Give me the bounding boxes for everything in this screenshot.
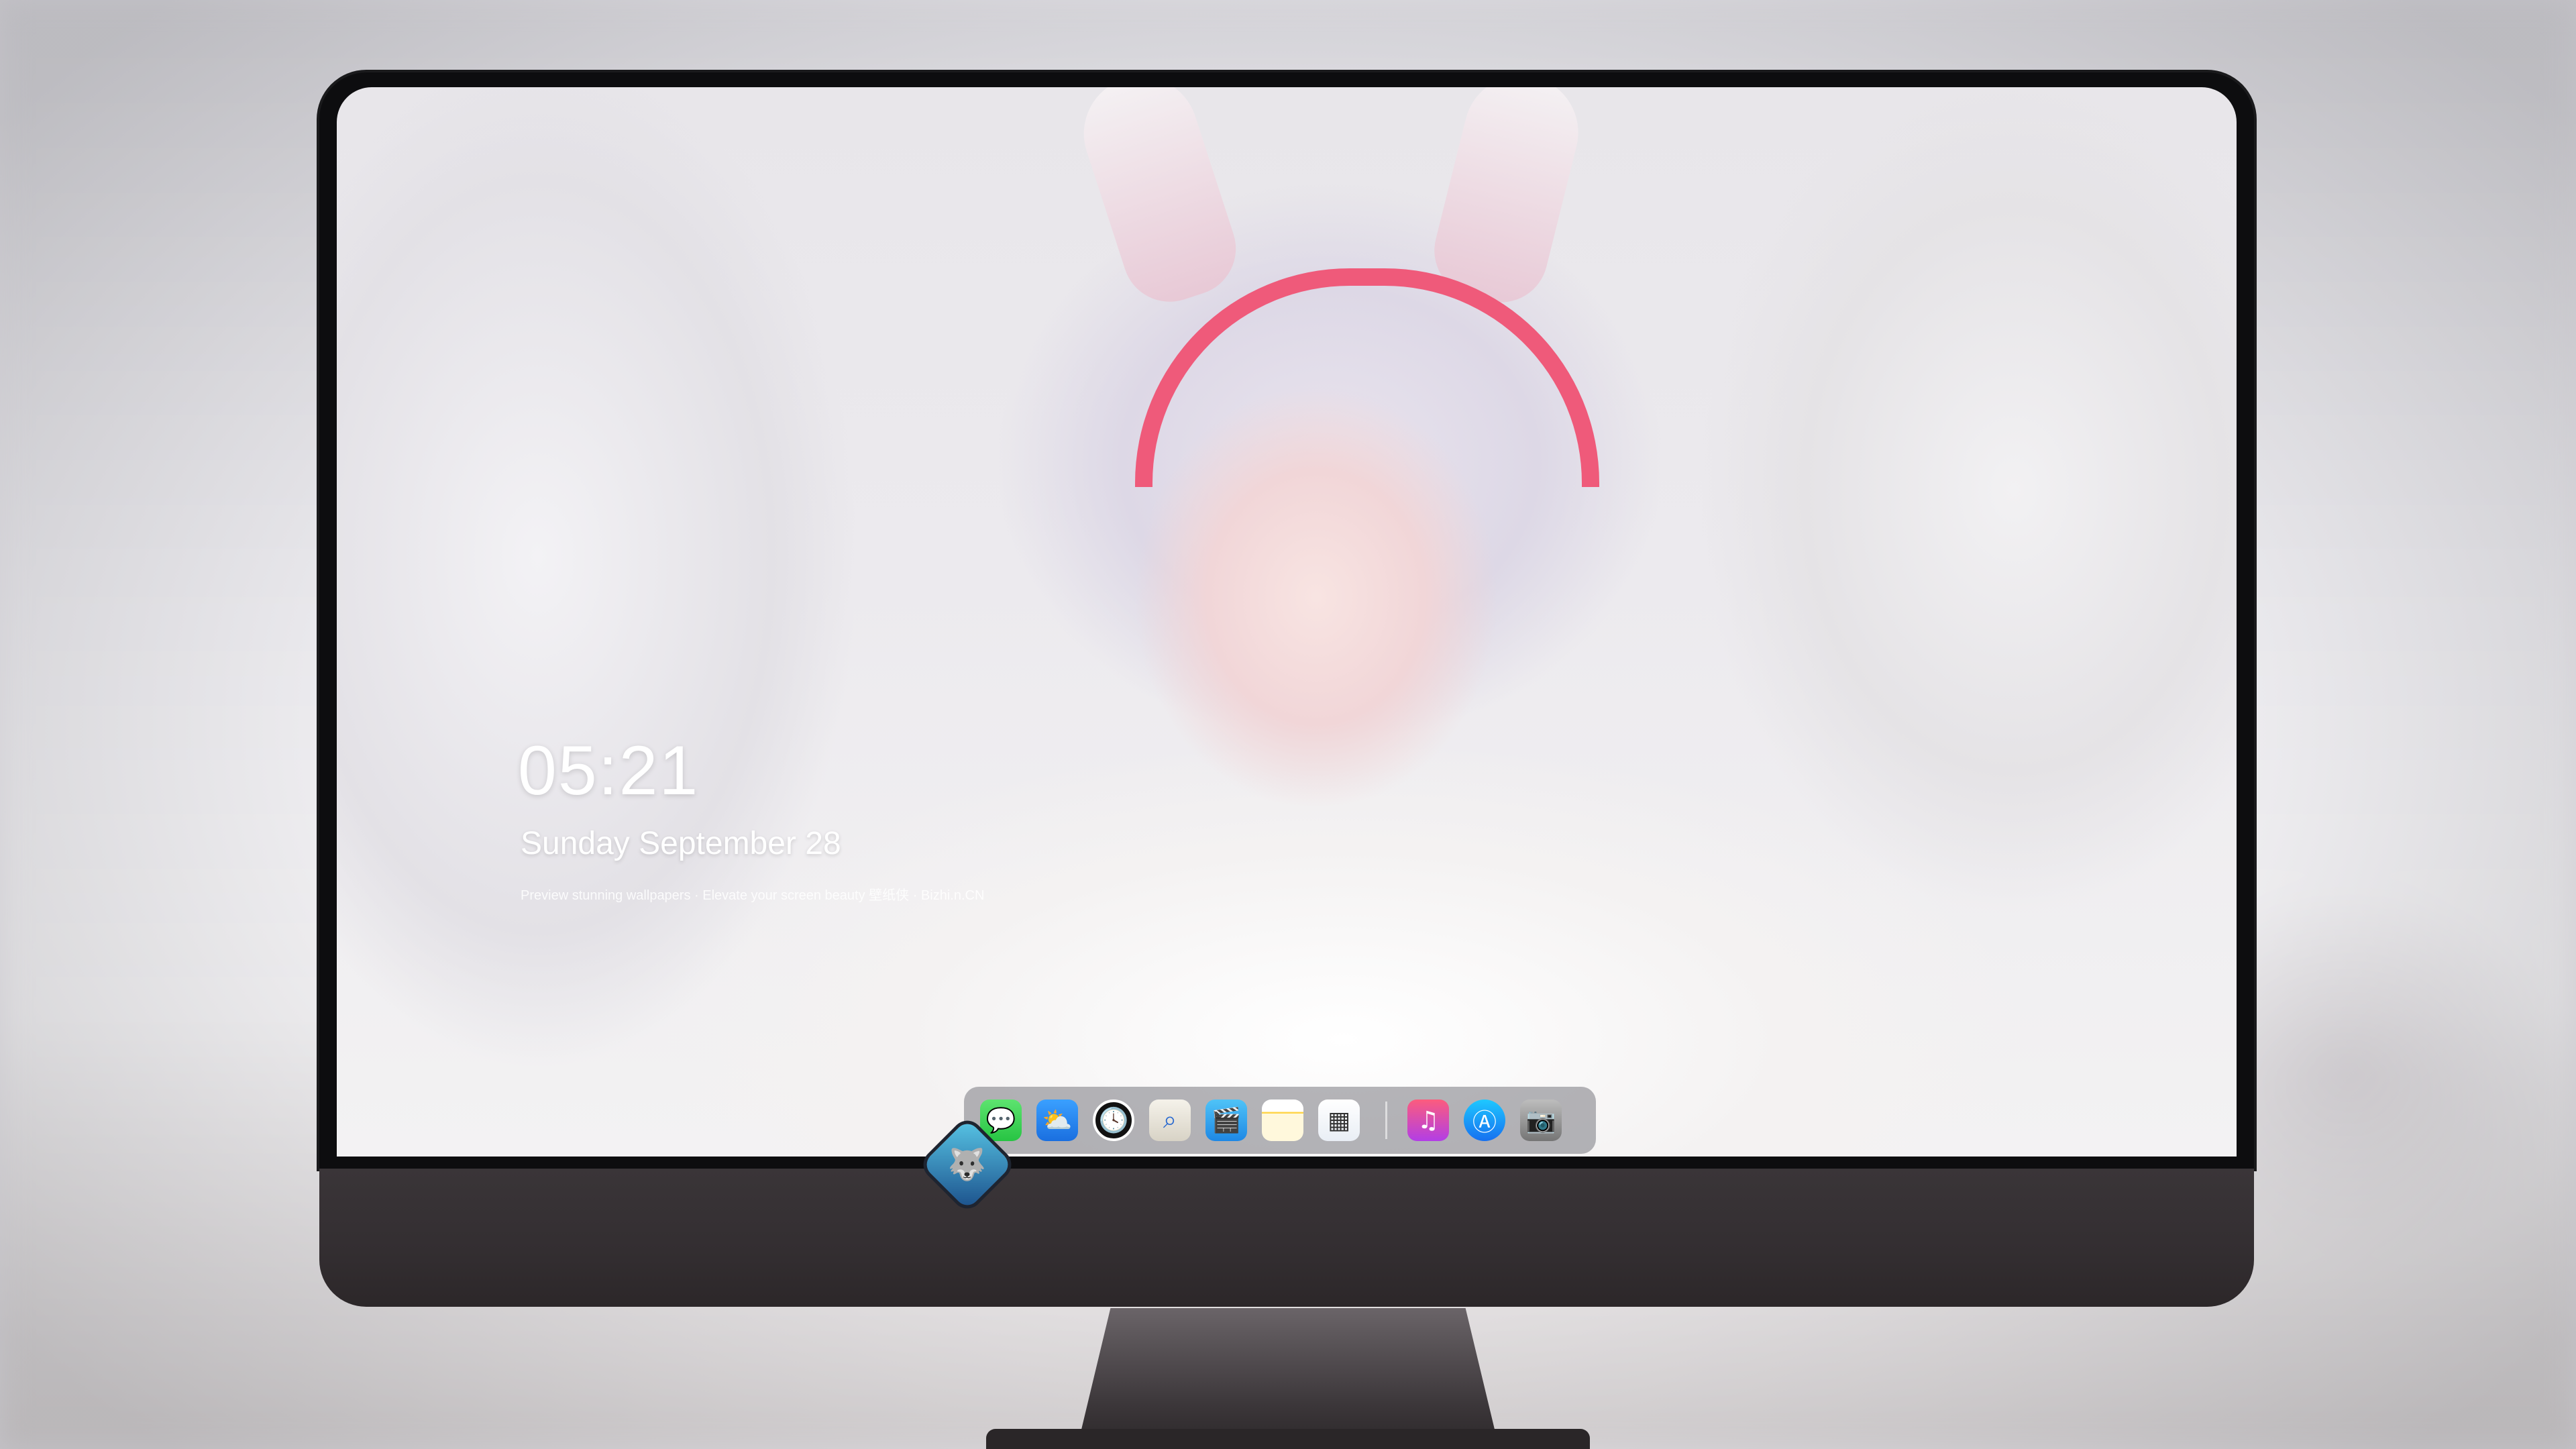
- wolf-mascot-icon: 🐺: [948, 1146, 987, 1183]
- clock-icon[interactable]: 🕓: [1093, 1099, 1134, 1141]
- monitor-stand: [1077, 1308, 1499, 1449]
- preview-icon[interactable]: ⌕: [1149, 1099, 1191, 1141]
- dock: 💬 ⛅ 🕓 ⌕ 🎬 ▦ ♫ Ⓐ 📷: [964, 1087, 1596, 1154]
- monitor: 05:21 Sunday September 28 Preview stunni…: [319, 72, 2254, 1307]
- monitor-stand-base: [986, 1429, 1590, 1449]
- monitor-chin: [319, 1169, 2254, 1307]
- app-store-icon[interactable]: Ⓐ: [1464, 1099, 1505, 1141]
- photos-icon[interactable]: ▦: [1318, 1099, 1360, 1141]
- dock-separator: [1385, 1102, 1387, 1139]
- wallpaper-bunny-ear-left: [1069, 87, 1248, 314]
- music-icon[interactable]: ♫: [1407, 1099, 1449, 1141]
- wallpaper-headband: [1135, 268, 1599, 487]
- lockscreen-date: Sunday September 28: [521, 826, 841, 861]
- camera-icon[interactable]: 📷: [1520, 1099, 1562, 1141]
- lockscreen-tagline: Preview stunning wallpapers · Elevate yo…: [521, 888, 985, 903]
- clips-icon[interactable]: 🎬: [1205, 1099, 1247, 1141]
- notes-icon[interactable]: [1262, 1099, 1303, 1141]
- screen: 05:21 Sunday September 28 Preview stunni…: [337, 87, 2237, 1157]
- weather-icon[interactable]: ⛅: [1036, 1099, 1078, 1141]
- messages-icon[interactable]: 💬: [980, 1099, 1022, 1141]
- lockscreen-clock: 05:21: [518, 732, 700, 810]
